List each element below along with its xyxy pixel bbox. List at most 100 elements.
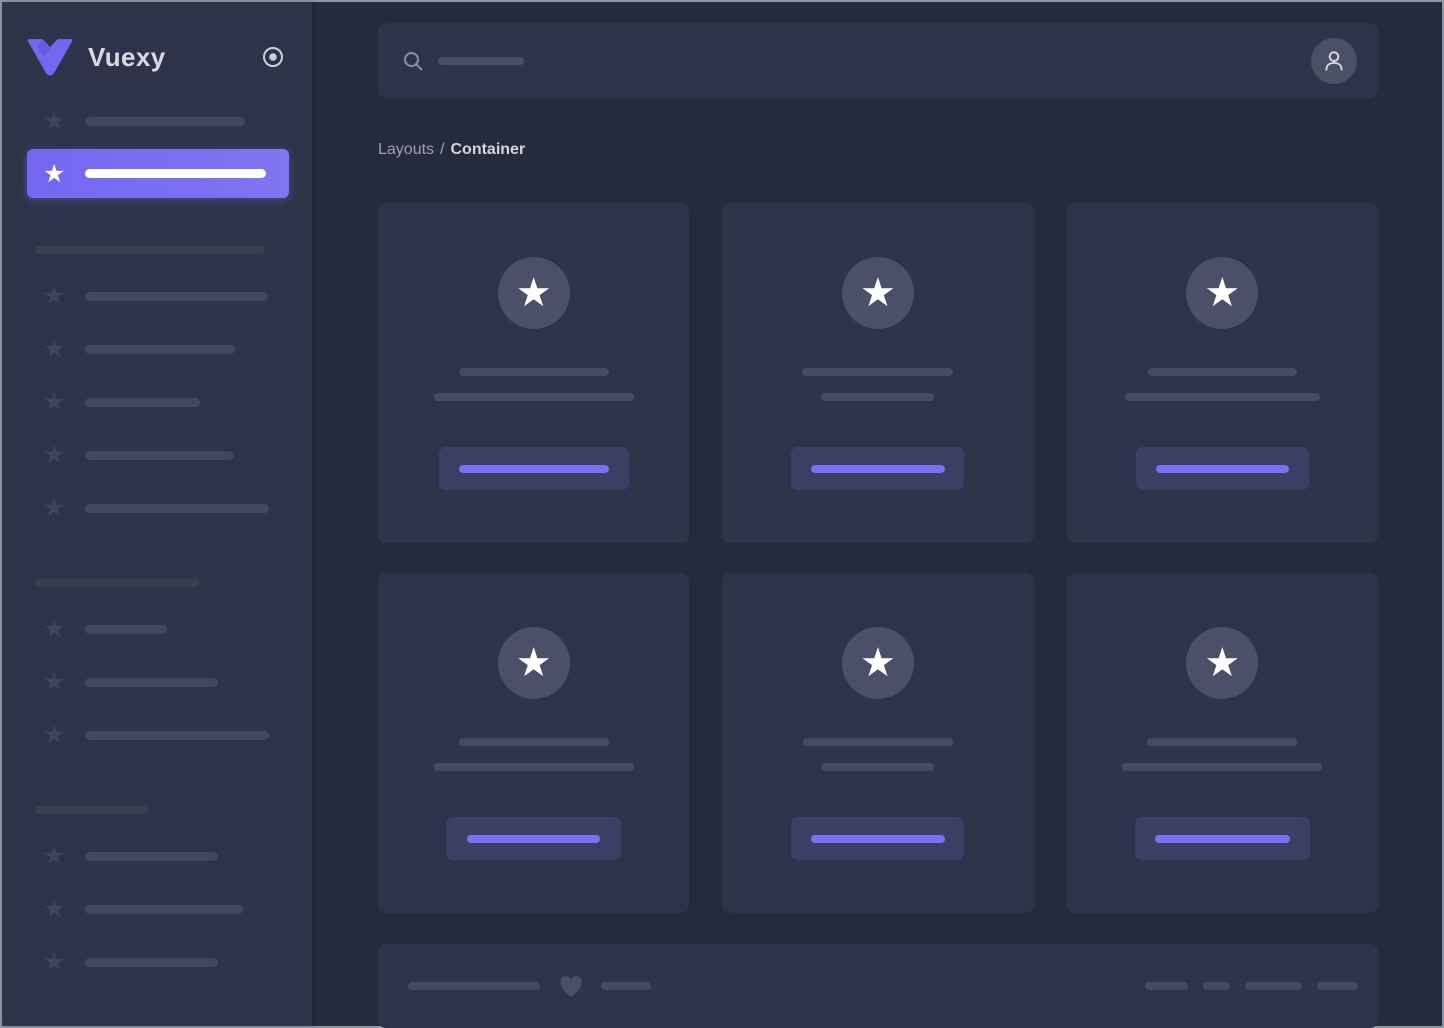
sidebar-item-label-skeleton — [85, 397, 200, 407]
nav-pin-radio-icon[interactable] — [261, 45, 285, 69]
card-avatar-circle: ★ — [497, 627, 570, 699]
vuexy-logo-icon — [27, 39, 73, 76]
sidebar-item[interactable]: ★ — [27, 948, 289, 976]
card-text-skeleton — [821, 393, 935, 401]
search-placeholder-skeleton — [438, 56, 524, 65]
sidebar-item[interactable]: ★ — [27, 107, 289, 135]
topbar — [378, 23, 1378, 98]
card-action-button[interactable] — [791, 817, 965, 860]
star-icon: ★ — [860, 271, 896, 315]
sidebar-item[interactable]: ★ — [27, 668, 289, 696]
star-icon: ★ — [43, 895, 66, 923]
button-label-skeleton — [810, 834, 945, 843]
app-logo[interactable]: Vuexy — [27, 37, 289, 77]
sidebar-section-label-skeleton — [35, 579, 199, 587]
sidebar-section: ★ ★ ★ — [27, 806, 289, 976]
star-icon: ★ — [43, 441, 66, 469]
card-avatar-circle: ★ — [841, 627, 914, 699]
card-title-skeleton — [1147, 368, 1297, 376]
footer-links — [1145, 982, 1358, 990]
sidebar-item-label-skeleton — [85, 904, 243, 914]
star-icon: ★ — [515, 271, 552, 315]
card: ★ — [378, 203, 690, 543]
card-title-skeleton — [458, 738, 609, 746]
card-text-skeleton — [1124, 393, 1320, 401]
card-avatar-circle: ★ — [1186, 627, 1259, 699]
breadcrumb-current: Container — [450, 141, 526, 158]
footer-link-skeleton — [1145, 982, 1188, 990]
sidebar-item[interactable]: ★ — [27, 282, 289, 310]
card-action-button[interactable] — [791, 447, 965, 490]
card-avatar-circle: ★ — [1186, 257, 1259, 329]
sidebar-item-active[interactable]: ★ — [27, 149, 289, 198]
star-icon: ★ — [43, 615, 66, 643]
sidebar-item-label-skeleton — [85, 450, 234, 460]
footer-link-skeleton — [1203, 982, 1230, 990]
sidebar-item-label-skeleton — [85, 677, 218, 687]
sidebar-item-label-skeleton — [85, 851, 218, 861]
card-text-skeleton — [821, 763, 935, 771]
sidebar-item[interactable]: ★ — [27, 441, 289, 469]
app-title: Vuexy — [88, 41, 166, 72]
footer-link-skeleton — [1317, 982, 1358, 990]
star-icon: ★ — [43, 282, 66, 310]
search-bar[interactable] — [402, 50, 1311, 72]
star-icon: ★ — [860, 641, 896, 685]
star-icon: ★ — [1204, 271, 1241, 315]
star-icon: ★ — [43, 721, 66, 749]
card: ★ — [722, 573, 1034, 913]
breadcrumb-parent[interactable]: Layouts — [378, 141, 434, 158]
sidebar: Vuexy ★ ★ ★ ★ ★ ★ ★ ★ ★ ★ ★ ★ ★ — [2, 2, 312, 1026]
card-title-skeleton — [1147, 738, 1298, 746]
star-icon: ★ — [43, 842, 66, 870]
sidebar-item-label-skeleton — [85, 169, 266, 178]
star-icon: ★ — [43, 668, 66, 696]
star-icon: ★ — [43, 494, 66, 522]
card-action-button[interactable] — [446, 817, 622, 860]
main-content: Layouts / Container ★ ★ ★ ★ ★ ★ — [312, 2, 1442, 1028]
sidebar-item[interactable]: ★ — [27, 615, 289, 643]
search-icon — [404, 51, 423, 70]
star-icon: ★ — [1204, 641, 1241, 685]
star-icon: ★ — [43, 335, 66, 363]
card-avatar-circle: ★ — [497, 257, 570, 329]
card: ★ — [1066, 573, 1378, 913]
sidebar-item[interactable]: ★ — [27, 721, 289, 749]
user-avatar-button[interactable] — [1311, 37, 1357, 84]
sidebar-section-label-skeleton — [35, 246, 265, 254]
sidebar-item-label-skeleton — [85, 503, 269, 513]
card-text-skeleton — [1122, 763, 1323, 771]
card: ★ — [722, 203, 1034, 543]
card-title-skeleton — [802, 738, 953, 746]
sidebar-item-label-skeleton — [85, 116, 245, 126]
footer — [378, 944, 1378, 1028]
card-title-skeleton — [802, 368, 954, 376]
button-label-skeleton — [1155, 464, 1289, 473]
breadcrumb: Layouts / Container — [378, 141, 1378, 159]
card-action-button[interactable] — [1135, 447, 1309, 490]
star-icon: ★ — [43, 948, 66, 976]
sidebar-item[interactable]: ★ — [27, 895, 289, 923]
sidebar-section-label-skeleton — [35, 806, 148, 814]
sidebar-section: ★ ★ ★ ★ ★ — [27, 246, 289, 522]
card-action-button[interactable] — [438, 447, 629, 490]
sidebar-item[interactable]: ★ — [27, 388, 289, 416]
card: ★ — [378, 573, 690, 913]
footer-link-skeleton — [1245, 982, 1302, 990]
card-title-skeleton — [458, 368, 609, 376]
heart-icon — [560, 976, 582, 997]
button-label-skeleton — [810, 464, 945, 473]
sidebar-item[interactable]: ★ — [27, 335, 289, 363]
sidebar-item-label-skeleton — [85, 344, 235, 354]
sidebar-top-items: ★ ★ — [27, 107, 289, 198]
button-label-skeleton — [1154, 834, 1290, 843]
footer-text-skeleton — [601, 982, 651, 990]
sidebar-item-label-skeleton — [85, 957, 218, 967]
star-icon: ★ — [43, 159, 66, 188]
sidebar-item[interactable]: ★ — [27, 842, 289, 870]
card-text-skeleton — [433, 763, 634, 771]
card-action-button[interactable] — [1134, 817, 1310, 860]
star-icon: ★ — [43, 388, 66, 416]
star-icon: ★ — [43, 107, 66, 135]
sidebar-item[interactable]: ★ — [27, 494, 289, 522]
